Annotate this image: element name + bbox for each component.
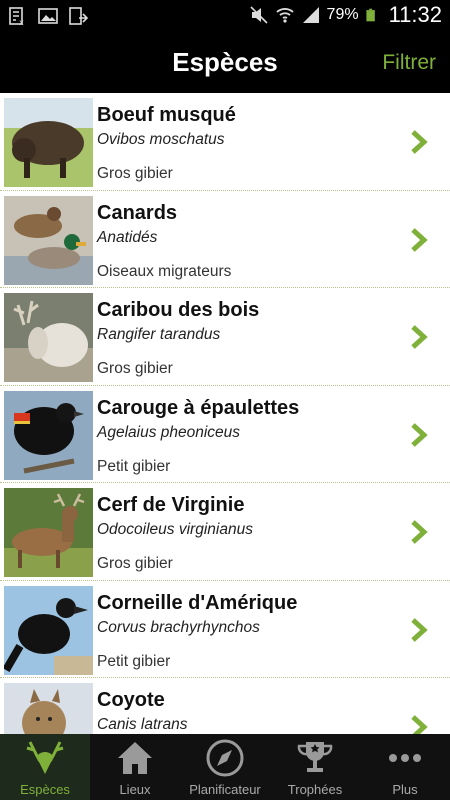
nav-item-plus[interactable]: Plus <box>360 734 450 800</box>
species-latin-name: Corvus brachyrhynchos <box>97 618 260 636</box>
clock: 11:32 <box>388 2 442 27</box>
nav-label: Plus <box>392 782 418 797</box>
species-category: Petit gibier <box>97 652 171 670</box>
filter-button[interactable]: Filtrer <box>382 51 436 75</box>
notification-icons: x <box>8 6 88 26</box>
nav-item-lieux[interactable]: Lieux <box>90 734 180 800</box>
image-notification-icon <box>38 8 58 24</box>
status-bar: x 79% 11:32 <box>0 0 450 33</box>
chevron-right-icon <box>411 227 428 252</box>
nav-label: Trophées <box>287 782 343 797</box>
nav-item-trophees[interactable]: Trophées <box>270 734 360 800</box>
species-name: Corneille d'Amérique <box>97 591 298 614</box>
svg-text:x: x <box>19 18 24 26</box>
species-thumbnail <box>4 585 93 675</box>
nav-item-especes[interactable]: Espèces <box>0 734 90 800</box>
chevron-right-icon <box>411 715 428 734</box>
nav-item-planificateur[interactable]: Planificateur <box>180 734 270 800</box>
species-row[interactable]: Corneille d'Amérique Corvus brachyrhynch… <box>0 580 450 678</box>
more-dots-icon <box>389 754 421 762</box>
species-category: Gros gibier <box>97 360 173 377</box>
species-list[interactable]: Boeuf musqué Ovibos moschatus Gros gibie… <box>0 93 450 734</box>
species-latin-name: Canis latrans <box>97 716 188 733</box>
wifi-icon <box>275 8 294 23</box>
species-thumbnail <box>4 293 93 382</box>
chevron-right-icon <box>411 520 428 544</box>
system-icons: 79% 11:32 <box>249 2 442 28</box>
chevron-right-icon <box>411 325 428 349</box>
species-name: Cerf de Virginie <box>97 494 245 516</box>
species-latin-name: Agelaius pheoniceus <box>97 423 241 441</box>
species-name: Canards <box>97 201 178 224</box>
species-latin-name: Rangifer tarandus <box>97 326 221 343</box>
nav-label: Espèces <box>20 782 70 797</box>
download-notification-icon <box>69 7 88 25</box>
species-category: Petit gibier <box>97 457 171 475</box>
battery-icon <box>365 8 375 22</box>
species-latin-name: Anatidés <box>97 228 158 246</box>
species-row[interactable]: Boeuf musqué Ovibos moschatus Gros gibie… <box>0 93 450 191</box>
species-latin-name: Odocoileus virginianus <box>97 521 253 538</box>
species-name: Boeuf musqué <box>97 104 236 126</box>
species-thumbnail <box>4 195 93 285</box>
deer-head-icon <box>26 741 64 774</box>
species-thumbnail <box>4 390 93 480</box>
species-row[interactable]: Cerf de Virginie Odocoileus virginianus … <box>0 483 450 581</box>
chevron-right-icon <box>411 617 428 642</box>
bottom-nav: Espèces Lieux Planificateur Trophées Plu… <box>0 734 450 800</box>
species-latin-name: Ovibos moschatus <box>97 131 225 148</box>
signal-icon <box>302 7 319 23</box>
chevron-right-icon <box>411 130 428 154</box>
app-header: Espèces Filtrer <box>0 33 450 93</box>
nav-label: Lieux <box>119 782 151 797</box>
mute-icon <box>249 6 268 24</box>
species-category: Gros gibier <box>97 165 173 182</box>
nav-label: Planificateur <box>189 782 261 797</box>
species-row[interactable]: Canards Anatidés Oiseaux migrateurs <box>0 190 450 288</box>
home-icon <box>118 742 152 774</box>
chevron-right-icon <box>411 422 428 447</box>
species-name: Caribou des bois <box>97 299 260 321</box>
species-row[interactable]: Caribou des bois Rangifer tarandus Gros … <box>0 288 450 386</box>
species-row[interactable]: Coyote Canis latrans <box>0 678 450 734</box>
compass-icon <box>206 739 244 777</box>
species-thumbnail <box>4 683 93 734</box>
species-row[interactable]: Carouge à épaulettes Agelaius pheoniceus… <box>0 385 450 483</box>
species-category: Gros gibier <box>97 555 173 572</box>
spreadsheet-notification-icon: x <box>9 7 24 26</box>
species-thumbnail <box>4 98 93 187</box>
species-name: Carouge à épaulettes <box>97 396 300 419</box>
species-category: Oiseaux migrateurs <box>97 262 232 280</box>
trophy-icon <box>297 742 333 772</box>
species-thumbnail <box>4 488 93 577</box>
battery-percent: 79% <box>326 6 359 23</box>
species-name: Coyote <box>97 689 165 711</box>
